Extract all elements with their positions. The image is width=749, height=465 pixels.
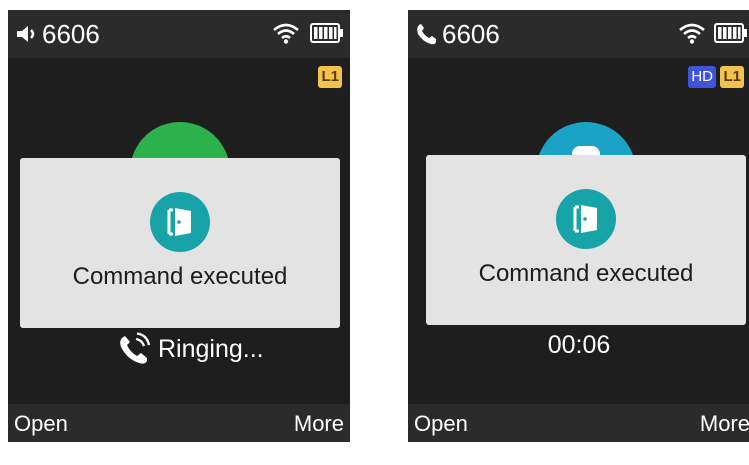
softkey-open[interactable]: Open	[414, 411, 468, 437]
command-executed-popup: Command executed	[426, 155, 746, 325]
battery-icon	[714, 23, 747, 43]
status-bar: 6606	[8, 10, 350, 58]
extension-number: 6606	[42, 19, 100, 49]
line-badge: L1	[318, 66, 342, 88]
speaker-icon	[17, 26, 35, 42]
phone-screen-ringing: 6606 L1 Command executed Ringing... Open…	[8, 10, 350, 442]
phone-ringing-icon	[120, 332, 151, 364]
extension-number: 6606	[442, 19, 500, 49]
door-icon-badge	[556, 189, 616, 249]
wifi-icon	[679, 23, 705, 44]
softkey-open[interactable]: Open	[14, 411, 68, 437]
wifi-icon	[273, 23, 299, 44]
door-icon	[573, 205, 597, 233]
call-timer: 00:06	[547, 331, 611, 359]
phone-screen-connected: 6606 HD L1 Command executed 00:06 Open M…	[408, 10, 749, 442]
hd-badge: HD	[688, 66, 716, 88]
softkey-bar: Open More	[408, 404, 749, 442]
softkey-more[interactable]: More	[700, 411, 749, 437]
phone-icon	[417, 24, 436, 45]
softkey-more[interactable]: More	[294, 411, 344, 437]
popup-message: Command executed	[478, 260, 694, 287]
status-bar: 6606	[408, 10, 749, 58]
popup-message: Command executed	[72, 263, 288, 290]
softkey-bar: Open More	[8, 404, 350, 442]
call-status-text: Ringing...	[158, 335, 264, 363]
command-executed-popup: Command executed	[20, 158, 340, 328]
door-icon-badge	[150, 192, 210, 252]
line-badge: L1	[720, 66, 744, 88]
battery-icon	[310, 23, 343, 43]
door-icon	[167, 208, 191, 236]
